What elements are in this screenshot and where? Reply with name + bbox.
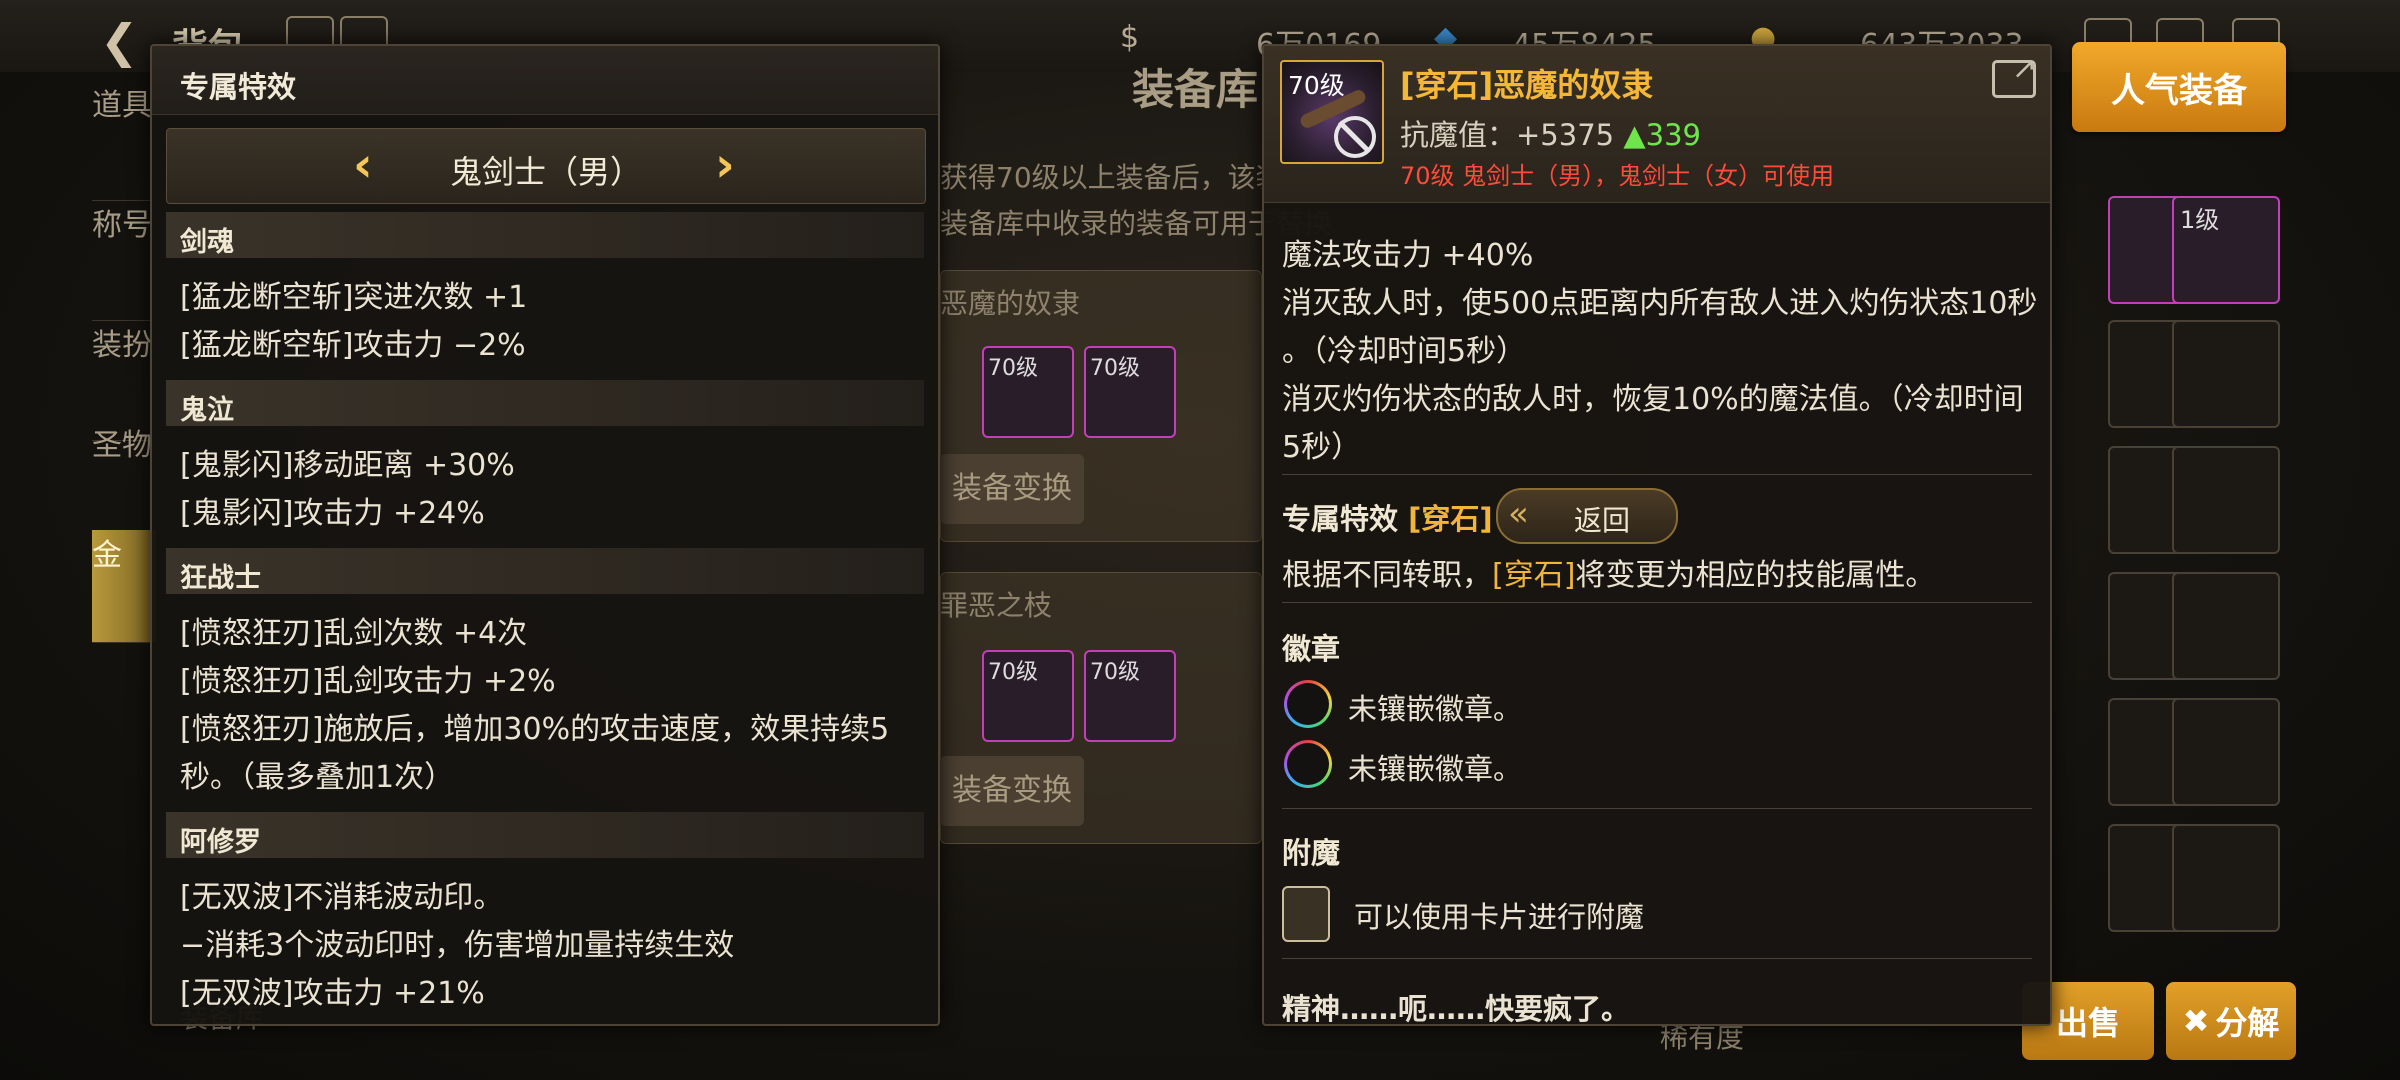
- unusable-icon: [1334, 116, 1376, 158]
- inventory-slot[interactable]: [2172, 824, 2280, 932]
- divider: [1282, 474, 2032, 475]
- effect-line: [愤怒狂刃]乱剑攻击力 +2%: [180, 664, 556, 699]
- gold-coin-icon: $: [1120, 20, 1140, 55]
- effect-line: [猛龙断空斩]攻击力 −2%: [180, 328, 526, 363]
- stat-line: 消灭敌人时，使500点距离内所有敌人进入灼伤状态10秒: [1282, 286, 2038, 321]
- item-level: 70级: [1288, 71, 1345, 100]
- side-menu-item-props[interactable]: 道具: [92, 80, 156, 201]
- emblem-slot-icon[interactable]: [1284, 680, 1332, 728]
- stat-line: 魔法攻击力 +40%: [1282, 238, 1534, 273]
- resist-increase: ▲339: [1623, 118, 1701, 152]
- enchant-card-slot[interactable]: [1282, 886, 1330, 942]
- swap-button[interactable]: 装备变换: [940, 454, 1084, 524]
- return-button[interactable]: « 返回: [1496, 488, 1678, 544]
- library-title: 装备库: [1132, 65, 1259, 114]
- item-icon: 70级: [1280, 60, 1384, 164]
- emblem-title: 徽章: [1282, 632, 1341, 666]
- stat-line: 5秒）: [1282, 430, 1362, 465]
- effect-line: 秒。（最多叠加1次）: [180, 760, 455, 795]
- item-name: [穿石]恶魔的奴隶: [1400, 66, 1654, 104]
- popular-equipment-button[interactable]: 人气装备: [2072, 42, 2286, 132]
- stat-line: 。（冷却时间5秒）: [1282, 334, 1527, 369]
- side-menu-item-gold[interactable]: 金: [92, 530, 156, 643]
- class-selector: ‹ 鬼剑士（男） ›: [166, 128, 926, 204]
- library-card-2-title: 罪恶之枝: [940, 589, 1053, 622]
- disassemble-button[interactable]: ✖ 分解: [2166, 982, 2296, 1060]
- emblem-text: 未镶嵌徽章。: [1348, 752, 1523, 786]
- panel-title: 专属特效: [180, 70, 297, 104]
- emblem-slot-icon[interactable]: [1284, 740, 1332, 788]
- effect-line: [猛龙断空斩]突进次数 +1: [180, 280, 528, 315]
- exclusive-effect-title: 专属特效 [穿石]: [1282, 502, 1493, 536]
- item-detail-panel: 70级 [穿石]恶魔的奴隶 抗魔值：+5375 ▲339 70级 鬼剑士（男），…: [1262, 44, 2052, 1026]
- inventory-slot[interactable]: [2172, 446, 2280, 554]
- flavor-text: 精神……呃……快要疯了。: [1282, 992, 1631, 1026]
- divider: [1282, 958, 2032, 959]
- effect-line: [无双波]攻击力 +21%: [180, 976, 485, 1011]
- exclusive-effects-panel: 专属特效 ‹ 鬼剑士（男） › 剑魂 [猛龙断空斩]突进次数 +1 [猛龙断空斩…: [150, 44, 940, 1026]
- side-menu-item-title[interactable]: 称号: [92, 200, 156, 321]
- share-icon[interactable]: [1992, 51, 2037, 98]
- section-header: 狂战士: [166, 548, 924, 594]
- chevron-right-icon[interactable]: ›: [715, 137, 735, 193]
- inventory-slot[interactable]: [2172, 698, 2280, 806]
- enchant-title: 附魔: [1282, 836, 1341, 870]
- inventory-slot[interactable]: [2172, 572, 2280, 680]
- divider: [1282, 602, 2032, 603]
- class-name: 鬼剑士（男）: [449, 153, 642, 191]
- section-header: 鬼泣: [166, 380, 924, 426]
- side-menu-item-relic[interactable]: 圣物: [92, 420, 156, 541]
- effect-line: [愤怒狂刃]施放后，增加30%的攻击速度，效果持续5: [180, 712, 890, 747]
- section-header: 剑魂: [166, 212, 924, 258]
- effect-line: [无双波]不消耗波动印。: [180, 880, 504, 915]
- inventory-slot[interactable]: [2172, 320, 2280, 428]
- effect-line: [鬼影闪]移动距离 +30%: [180, 448, 515, 483]
- effect-line: −消耗3个波动印时，伤害增加量持续生效: [180, 928, 735, 963]
- library-slot[interactable]: 70级: [1084, 346, 1176, 438]
- library-card-1-title: 恶魔的奴隶: [940, 287, 1081, 320]
- enchant-text: 可以使用卡片进行附魔: [1354, 900, 1645, 934]
- emblem-text: 未镶嵌徽章。: [1348, 692, 1523, 726]
- usable-classes: 70级 鬼剑士（男），鬼剑士（女）可使用: [1400, 162, 1835, 190]
- library-slot[interactable]: 70级: [1084, 650, 1176, 742]
- double-chevron-left-icon: «: [1508, 494, 1529, 534]
- exclusive-effect-desc: 根据不同转职，[穿石]将变更为相应的技能属性。: [1282, 558, 1936, 593]
- swap-button[interactable]: 装备变换: [940, 756, 1084, 826]
- inventory-slot[interactable]: 1级: [2172, 196, 2280, 304]
- library-slot[interactable]: 70级: [982, 650, 1074, 742]
- disassemble-icon: ✖: [2182, 1002, 2210, 1040]
- effect-line: [鬼影闪]攻击力 +24%: [180, 496, 485, 531]
- back-arrow-icon[interactable]: ❮: [100, 14, 139, 68]
- effect-line: [愤怒狂刃]乱剑次数 +4次: [180, 616, 528, 651]
- stat-line: 消灭灼伤状态的敌人时，恢复10%的魔法值。（冷却时间: [1282, 382, 2024, 417]
- resist-value: 抗魔值：+5375 ▲339: [1400, 118, 1701, 152]
- divider: [1282, 808, 2032, 809]
- section-header: 阿修罗: [166, 812, 924, 858]
- library-slot[interactable]: 70级: [982, 346, 1074, 438]
